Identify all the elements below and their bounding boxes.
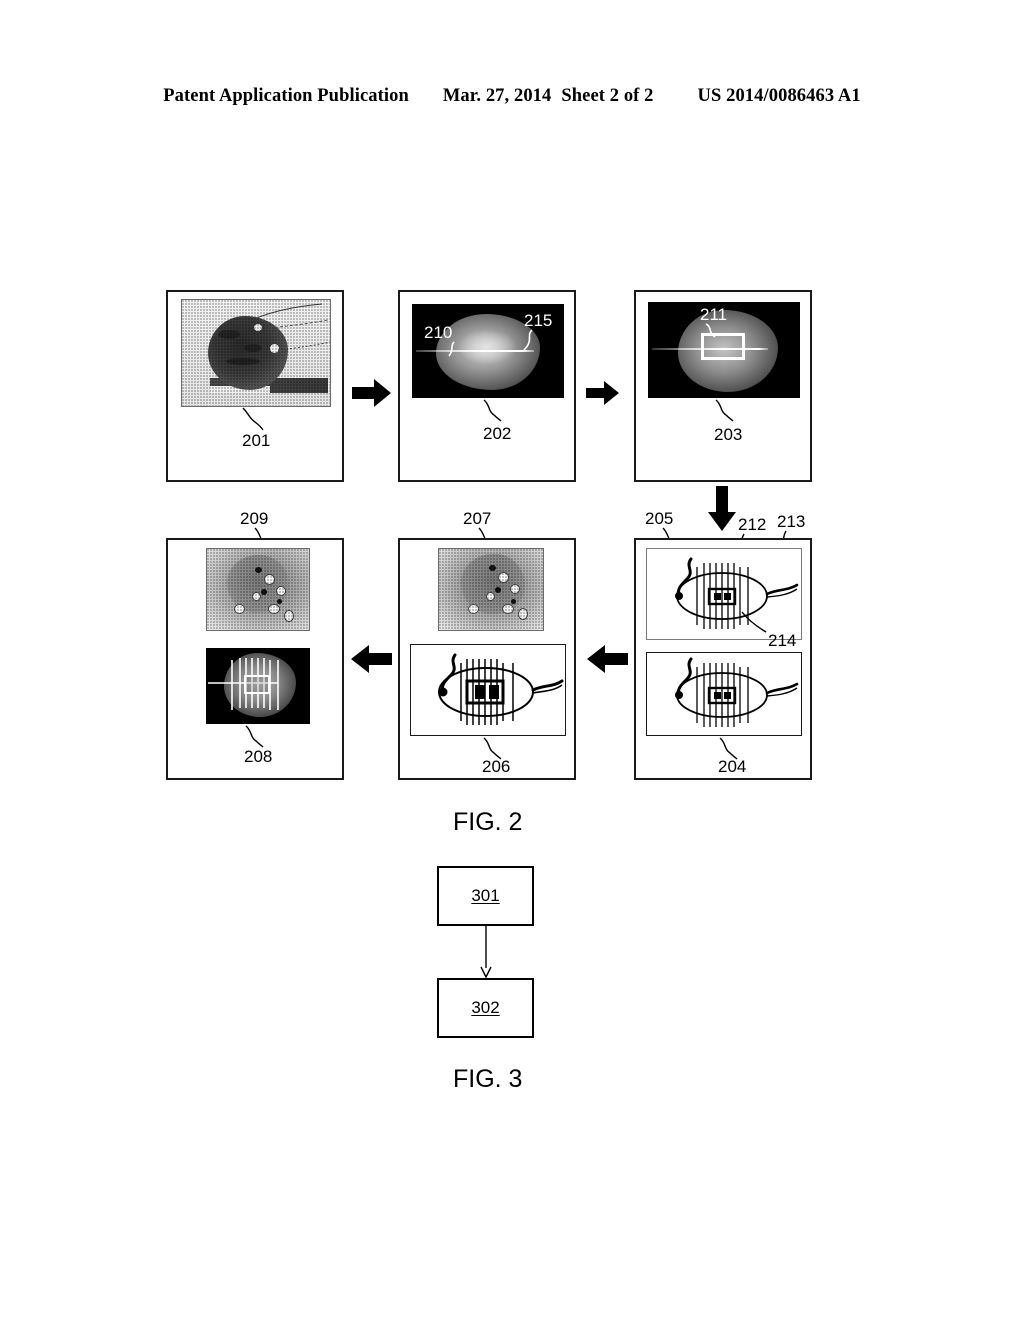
scan-image-203: 211 (648, 302, 800, 398)
reference-numeral-202: 202 (483, 424, 512, 443)
reference-numeral-201: 201 (242, 431, 271, 450)
leader-line-202 (483, 399, 502, 422)
figure3-step-302: 302 (437, 978, 534, 1038)
header-publication-type: Patent Application Publication (163, 86, 409, 106)
region-of-interest-box-208 (244, 675, 270, 694)
reference-numeral-208: 208 (244, 747, 273, 766)
figure2-panel-203: 211 203 (634, 290, 812, 482)
reference-numeral-211: 211 (700, 305, 728, 324)
scan-image-202: 210 215 (412, 304, 564, 398)
patent-sheet: Patent Application Publication Mar. 27, 2… (0, 0, 1024, 1320)
header-date: Mar. 27, 2014 (442, 86, 552, 106)
leader-line-210 (448, 341, 455, 357)
specimen-photograph-201 (181, 299, 331, 407)
leader-line-203 (715, 399, 734, 422)
leader-line-215 (523, 329, 533, 351)
reference-numeral-215: 215 (524, 311, 553, 330)
figure3-step-301: 301 (437, 866, 534, 926)
figure2-panel-202: 210 215 202 (398, 290, 576, 482)
figure2-panel-201: 201 (166, 290, 344, 482)
figure-3-caption: FIG. 3 (453, 1065, 523, 1093)
figure3-step-301-label: 301 (471, 886, 500, 905)
flow-arrow-203-to-205 (707, 486, 737, 532)
schematic-graphic-205 (675, 557, 799, 629)
reference-numeral-214: 214 (768, 631, 797, 650)
histology-image-209 (206, 548, 310, 631)
flow-arrow-201-to-202 (352, 378, 392, 408)
leader-line-211 (705, 323, 716, 338)
flow-arrow-206-to-208 (350, 644, 392, 674)
schematic-graphic-206 (438, 653, 564, 725)
header-sheet: Sheet 2 of 2 (561, 86, 654, 106)
figure3-connector-arrow (480, 926, 492, 979)
scan-image-208 (206, 648, 310, 724)
schematic-diagram-204 (646, 652, 802, 736)
reference-numeral-209: 209 (240, 509, 269, 528)
reference-numeral-212: 212 (738, 515, 767, 534)
page-header: Patent Application Publication Mar. 27, 2… (0, 86, 1024, 107)
reference-numeral-213: 213 (777, 512, 806, 531)
flow-arrow-204-to-206 (586, 644, 628, 674)
figure2-panel-205-204: 214 204 (634, 538, 812, 780)
flow-arrow-202-to-203 (586, 380, 620, 406)
figure-2-caption: FIG. 2 (453, 808, 523, 836)
schematic-diagram-205 (646, 548, 802, 640)
histology-image-207 (438, 548, 544, 631)
figure2-panel-209-208: 208 (166, 538, 344, 780)
reference-numeral-206: 206 (482, 757, 511, 776)
schematic-graphic-204 (675, 657, 799, 727)
reference-numeral-210: 210 (424, 323, 453, 342)
reference-numeral-205: 205 (645, 509, 674, 528)
reference-numeral-203: 203 (714, 425, 743, 444)
header-publication-number: US 2014/0086463 A1 (697, 86, 861, 106)
leader-line-208 (245, 725, 264, 748)
suture-threads-201 (251, 303, 330, 351)
figure3-step-302-label: 302 (471, 998, 500, 1017)
reference-numeral-204: 204 (718, 757, 747, 776)
reference-numeral-207: 207 (463, 509, 492, 528)
figure2-panel-207-206: 206 (398, 538, 576, 780)
leader-line-201 (242, 407, 264, 431)
schematic-diagram-206 (410, 644, 566, 736)
